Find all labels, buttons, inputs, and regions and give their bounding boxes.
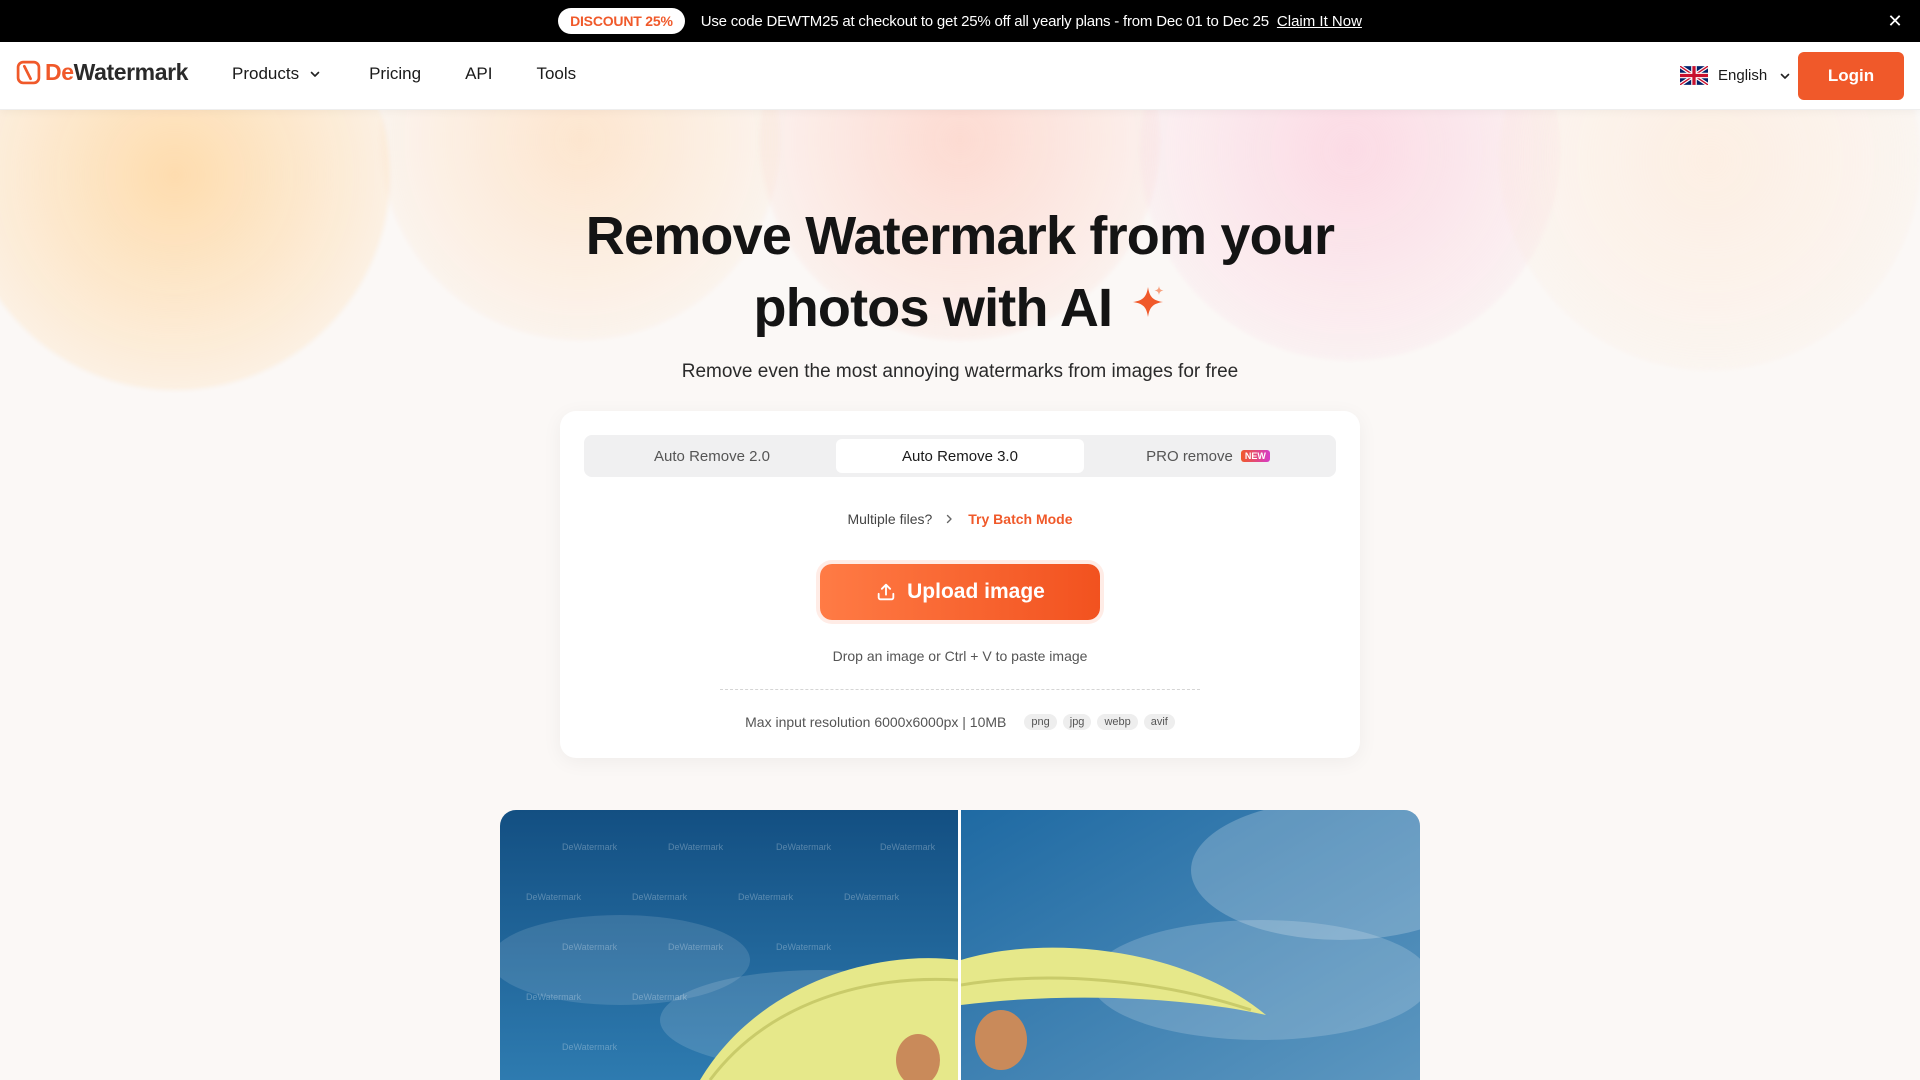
watermark-overlay: DeWatermark DeWatermark DeWatermark DeWa… — [500, 810, 958, 1080]
tab-pro-remove[interactable]: PRO remove NEW — [1084, 439, 1332, 473]
watermark-text: DeWatermark — [632, 892, 688, 902]
language-label: English — [1718, 67, 1768, 84]
before-after-comparison[interactable]: DeWatermark DeWatermark DeWatermark DeWa… — [500, 810, 1420, 1080]
claim-link[interactable]: Claim It Now — [1277, 13, 1362, 30]
mode-tabs: Auto Remove 2.0 Auto Remove 3.0 PRO remo… — [584, 435, 1336, 477]
format-badge: jpg — [1062, 714, 1092, 730]
drop-hint: Drop an image or Ctrl + V to paste image — [832, 648, 1088, 664]
logo-icon — [16, 60, 41, 85]
discount-badge: DISCOUNT 25% — [558, 8, 685, 34]
new-badge: NEW — [1240, 450, 1270, 462]
tab-label: Auto Remove 2.0 — [654, 447, 770, 465]
chevron-down-icon — [310, 71, 320, 77]
nav-tools[interactable]: Tools — [536, 64, 576, 84]
watermark-text: DeWatermark — [880, 842, 936, 852]
hero-title-line1: Remove Watermark from your — [585, 206, 1335, 266]
tab-auto-remove-2[interactable]: Auto Remove 2.0 — [588, 439, 836, 473]
language-selector[interactable]: English — [1680, 66, 1791, 85]
watermark-text: DeWatermark — [738, 892, 794, 902]
watermark-text: DeWatermark — [776, 842, 832, 852]
login-button[interactable]: Login — [1798, 52, 1904, 100]
format-badge: png — [1024, 714, 1057, 730]
promo-text: Use code DEWTM25 at checkout to get 25% … — [700, 12, 1269, 30]
watermark-text: DeWatermark — [526, 992, 582, 1002]
watermark-text: DeWatermark — [562, 842, 618, 852]
hero-title: Remove Watermark from your photos with A… — [460, 200, 1460, 344]
nav-api[interactable]: API — [465, 64, 492, 84]
nav-products-label: Products — [232, 64, 300, 83]
batch-mode-row: Multiple files? Try Batch Mode — [560, 511, 1360, 527]
watermark-text: DeWatermark — [526, 892, 582, 902]
tab-label: Auto Remove 3.0 — [902, 447, 1018, 465]
hero-title-line2: photos with AI — [753, 278, 1114, 338]
promo-bar: DISCOUNT 25% Use code DEWTM25 at checkou… — [0, 0, 1920, 42]
chevron-down-icon — [1780, 73, 1790, 79]
watermark-text: DeWatermark — [668, 942, 724, 952]
batch-mode-link[interactable]: Try Batch Mode — [968, 511, 1072, 527]
hero-title-line2-wrap: photos with AI — [460, 272, 1460, 344]
format-badge: avif — [1143, 714, 1175, 730]
upload-image-label: Upload image — [907, 580, 1045, 603]
upload-icon — [877, 583, 895, 601]
site-header: De Watermark Products Pricing API Tools E… — [0, 42, 1920, 110]
watermark-text: DeWatermark — [562, 1042, 618, 1052]
sparkle-icon — [1133, 286, 1164, 317]
upload-image-button[interactable]: Upload image — [820, 564, 1100, 620]
format-badge: webp — [1097, 714, 1138, 730]
close-icon[interactable]: ✕ — [1884, 10, 1906, 32]
watermark-text: DeWatermark — [844, 892, 900, 902]
hero-subtitle: Remove even the most annoying watermarks… — [681, 361, 1239, 382]
upload-card: Auto Remove 2.0 Auto Remove 3.0 PRO remo… — [560, 411, 1360, 758]
logo-text-de: De — [45, 59, 74, 85]
decor-blob — [1500, 110, 1920, 370]
file-specs: Max input resolution 6000x6000px | 10MB … — [560, 714, 1360, 730]
logo[interactable]: De Watermark — [16, 59, 188, 86]
watermark-text: DeWatermark — [776, 942, 832, 952]
main-nav: Products Pricing API Tools — [232, 64, 576, 84]
watermark-text: DeWatermark — [562, 942, 618, 952]
nav-pricing[interactable]: Pricing — [369, 64, 421, 84]
batch-prompt: Multiple files? — [847, 511, 933, 527]
tab-auto-remove-3[interactable]: Auto Remove 3.0 — [836, 439, 1084, 473]
after-image — [961, 810, 1420, 1080]
divider — [720, 689, 1200, 690]
watermark-text: DeWatermark — [632, 992, 688, 1002]
decor-blob — [0, 110, 390, 390]
uk-flag-icon — [1680, 66, 1708, 85]
chevron-right-icon — [947, 514, 952, 524]
nav-products[interactable]: Products — [232, 64, 321, 84]
logo-text-watermark: Watermark — [73, 59, 189, 85]
watermark-text: DeWatermark — [668, 842, 724, 852]
tab-label: PRO remove — [1146, 447, 1233, 465]
max-resolution: Max input resolution 6000x6000px | 10MB — [745, 714, 1007, 730]
